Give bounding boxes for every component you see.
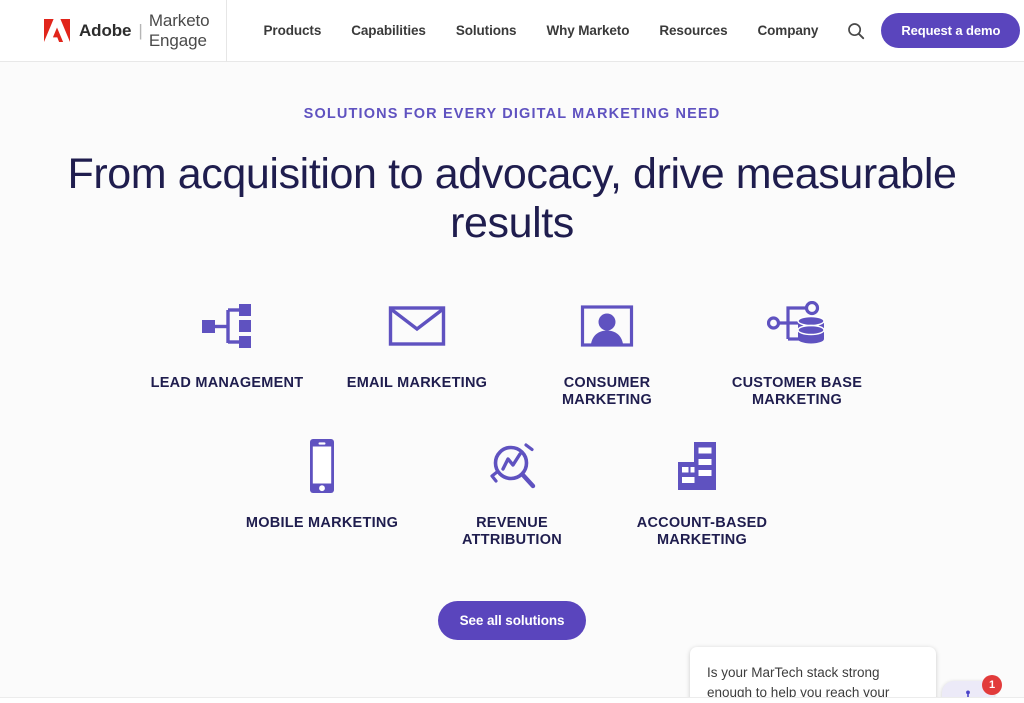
cta-container: See all solutions	[0, 601, 1024, 641]
solution-label: Lead Management	[150, 374, 304, 391]
chat-unread-badge: 1	[982, 675, 1002, 695]
solution-label: Customer Base Marketing	[731, 374, 863, 408]
nav-item-solutions[interactable]: Solutions	[441, 23, 532, 38]
person-portrait-icon	[580, 297, 634, 355]
solution-revenue-attribution[interactable]: Revenue Attribution	[417, 437, 607, 549]
solution-lead-management[interactable]: Lead Management	[132, 297, 322, 392]
search-icon	[848, 22, 865, 39]
page-title: From acquisition to advocacy, drive meas…	[67, 150, 957, 248]
hero-section: SOLUTIONS FOR EVERY DIGITAL MARKETING NE…	[0, 62, 1024, 703]
search-button[interactable]	[843, 18, 869, 44]
solution-email-marketing[interactable]: Email Marketing	[322, 297, 512, 392]
brand-logo-link[interactable]: Adobe | Marketo Engage	[0, 0, 227, 62]
nav-item-resources[interactable]: Resources	[644, 23, 742, 38]
primary-nav: Products Capabilities Solutions Why Mark…	[249, 13, 1024, 48]
next-section-peek	[0, 697, 1024, 703]
nav-item-products[interactable]: Products	[249, 23, 337, 38]
site-header: Adobe | Marketo Engage Products Capabili…	[0, 0, 1024, 62]
node-tree-icon	[200, 297, 254, 355]
sign-in-link[interactable]: Sign In	[1020, 23, 1024, 38]
solutions-row-2: Mobile Marketing Revenue Attribution	[0, 437, 1024, 549]
brand-company-name: Adobe	[79, 20, 132, 40]
solutions-row-1: Lead Management Email Marketing	[0, 297, 1024, 409]
solution-label: Email Marketing	[346, 374, 488, 391]
nav-item-why-marketo[interactable]: Why Marketo	[531, 23, 644, 38]
smartphone-icon	[304, 437, 340, 495]
solution-label: Revenue Attribution	[462, 515, 562, 549]
solution-label: Account-Based Marketing	[636, 515, 768, 549]
brand-product-name: Marketo Engage	[148, 10, 210, 50]
see-all-solutions-button[interactable]: See all solutions	[437, 601, 587, 641]
solution-consumer-marketing[interactable]: Consumer Marketing	[512, 297, 702, 409]
solution-account-based-marketing[interactable]: Account-Based Marketing	[607, 437, 797, 549]
buildings-icon	[674, 437, 730, 495]
request-demo-button[interactable]: Request a demo	[881, 13, 1021, 48]
nav-item-capabilities[interactable]: Capabilities	[336, 23, 441, 38]
solution-mobile-marketing[interactable]: Mobile Marketing	[227, 437, 417, 532]
brand-separator: |	[138, 20, 143, 40]
nav-item-company[interactable]: Company	[743, 23, 834, 38]
chat-message-bubble[interactable]: Is your MarTech stack strong enough to h…	[690, 647, 936, 703]
solution-label: Mobile Marketing	[245, 515, 399, 532]
hero-eyebrow: SOLUTIONS FOR EVERY DIGITAL MARKETING NE…	[303, 106, 721, 122]
database-network-icon	[767, 297, 827, 355]
solution-customer-base-marketing[interactable]: Customer Base Marketing	[702, 297, 892, 409]
solution-label: Consumer Marketing	[561, 374, 653, 408]
envelope-icon	[388, 297, 446, 355]
solutions-grid: Lead Management Email Marketing	[0, 297, 1024, 549]
magnifier-chart-icon	[484, 437, 540, 495]
adobe-logo-icon	[44, 19, 70, 42]
